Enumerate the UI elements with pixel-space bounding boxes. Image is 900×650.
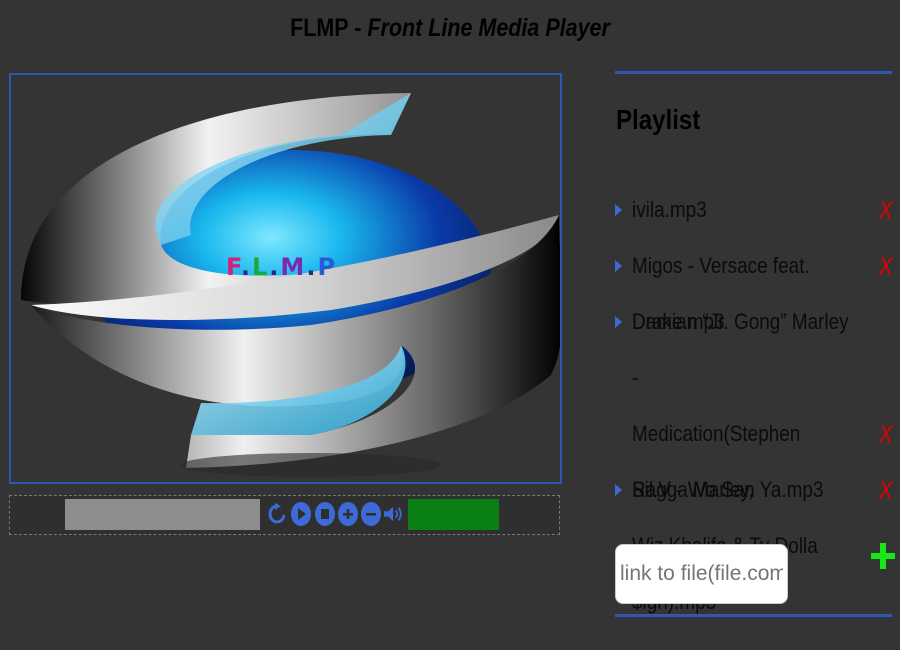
file-link-input[interactable] xyxy=(615,544,788,604)
volume-up-icon[interactable] xyxy=(338,502,358,526)
remove-item-button[interactable]: X xyxy=(878,253,892,279)
play-arrow-icon xyxy=(615,204,622,216)
playlist-heading: Playlist xyxy=(616,104,701,135)
flmp-logo: F.L.M.P xyxy=(21,93,560,477)
volume-bar[interactable] xyxy=(408,499,499,530)
playlist-panel: Playlist ivila.mp3 X Migos - Versace fea… xyxy=(615,71,895,617)
app-title: FLMP - Front Line Media Player xyxy=(63,14,837,43)
player-controls xyxy=(9,495,560,535)
play-icon[interactable] xyxy=(291,502,311,526)
play-arrow-icon xyxy=(615,484,622,496)
stop-icon[interactable] xyxy=(315,502,335,526)
app-title-sub: Front Line Media Player xyxy=(367,14,610,42)
remove-item-button[interactable]: X xyxy=(878,477,892,503)
app-title-main: FLMP - xyxy=(290,14,368,42)
add-file-button[interactable] xyxy=(871,542,895,570)
remove-item-button[interactable]: X xyxy=(878,197,892,223)
logo-text: F.L.M.P xyxy=(226,253,337,281)
play-arrow-icon xyxy=(615,316,622,328)
play-arrow-icon xyxy=(615,260,622,272)
playlist-item-name[interactable]: Sil.V - Wo San Ya.mp3 xyxy=(632,462,856,518)
video-display[interactable]: F.L.M.P xyxy=(9,73,562,484)
seek-bar[interactable] xyxy=(65,499,260,530)
volume-down-icon[interactable] xyxy=(361,502,381,526)
speaker-icon[interactable] xyxy=(384,502,404,526)
repeat-icon[interactable] xyxy=(267,502,287,526)
playlist-item-name[interactable]: ivila.mp3 xyxy=(632,182,856,238)
remove-item-button[interactable]: X xyxy=(878,421,892,447)
